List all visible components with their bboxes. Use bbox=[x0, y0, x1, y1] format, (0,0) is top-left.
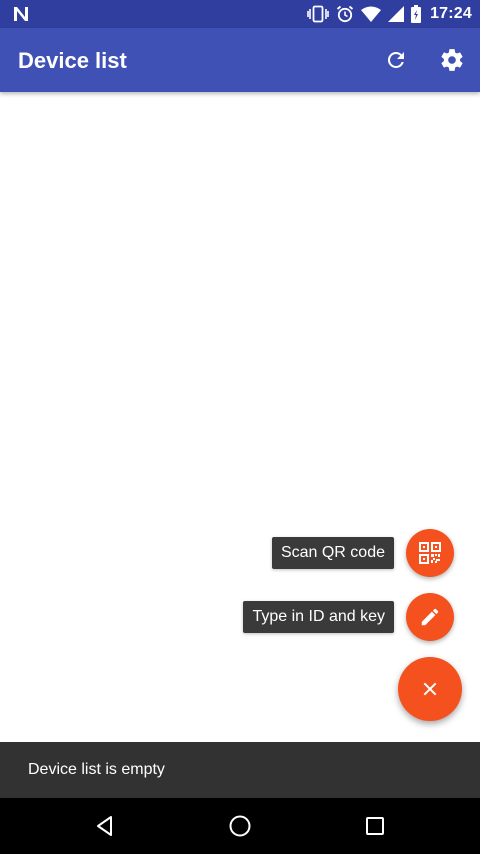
alarm-icon bbox=[337, 5, 354, 23]
status-time: 17:24 bbox=[430, 5, 472, 22]
status-bar: 17:24 bbox=[0, 0, 480, 28]
snackbar-message: Device list is empty bbox=[28, 761, 165, 778]
back-icon bbox=[97, 816, 112, 836]
page-title: Device list bbox=[18, 48, 127, 73]
wifi-icon bbox=[361, 6, 382, 22]
refresh-icon bbox=[387, 51, 404, 68]
home-button[interactable] bbox=[224, 810, 256, 842]
close-icon bbox=[423, 682, 437, 696]
close-speed-dial-button[interactable] bbox=[398, 657, 462, 721]
battery-icon bbox=[411, 5, 422, 23]
scan-qr-button[interactable] bbox=[406, 529, 454, 577]
n-logo-icon bbox=[14, 7, 28, 21]
device-list bbox=[0, 92, 480, 742]
pencil-icon bbox=[421, 608, 439, 626]
vibrate-icon bbox=[307, 5, 329, 23]
home-icon bbox=[229, 815, 251, 837]
type-id-key-label[interactable]: Type in ID and key bbox=[243, 601, 394, 633]
navigation-bar bbox=[0, 798, 480, 854]
signal-icon bbox=[388, 6, 405, 22]
recents-button[interactable] bbox=[359, 810, 391, 842]
settings-button[interactable] bbox=[436, 44, 468, 76]
type-id-key-button[interactable] bbox=[406, 593, 454, 641]
qr-code-icon bbox=[419, 542, 441, 564]
recents-icon bbox=[366, 817, 384, 835]
refresh-button[interactable] bbox=[380, 44, 412, 76]
scan-qr-label[interactable]: Scan QR code bbox=[271, 537, 394, 569]
app-bar: Device list bbox=[0, 28, 480, 92]
back-button[interactable] bbox=[89, 810, 121, 842]
status-icons: 17:24 bbox=[307, 0, 472, 28]
gear-icon bbox=[441, 49, 463, 71]
snackbar: Device list is empty bbox=[0, 742, 480, 798]
